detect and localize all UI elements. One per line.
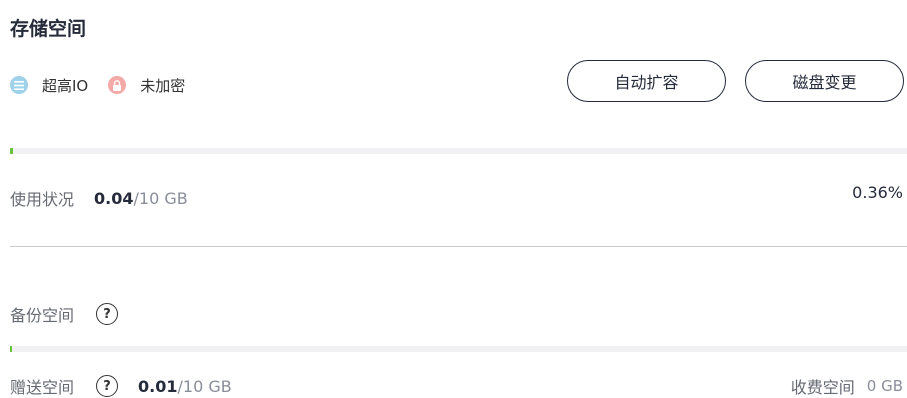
free-backup-used-value: 0.01 [138,376,178,396]
free-backup-help-icon[interactable]: ? [96,375,119,397]
backup-progress-bar [10,346,907,352]
free-backup-row: 赠送空间 ? 0.01 /10 GB [10,374,232,398]
list-icon [10,76,28,94]
disk-tags: 超高IO 未加密 [10,74,185,96]
section-title: 存储空间 [10,18,87,40]
usage-row: 使用状况 0.04 /10 GB [10,186,188,210]
charged-backup-label: 收费空间 [790,378,855,397]
free-backup-total-value: /10 GB [177,376,232,396]
encryption-label: 未加密 [140,76,186,95]
usage-label: 使用状况 [10,190,75,209]
auto-expand-button[interactable]: 自动扩容 [567,60,726,102]
usage-progress-bar [10,148,907,154]
backup-label: 备份空间 [10,306,75,325]
section-divider [10,246,907,247]
backup-row: 备份空间 ? [10,302,119,326]
io-type-label: 超高IO [42,76,89,95]
usage-percent: 0.36% [852,183,903,202]
charged-backup-value: 0 GB [866,377,903,395]
backup-progress-fill [10,346,12,352]
usage-progress-fill [10,148,14,154]
usage-used-value: 0.04 [94,188,134,208]
usage-total-value: /10 GB [133,188,188,208]
disk-change-button[interactable]: 磁盘变更 [745,60,904,102]
lock-icon [108,76,127,94]
backup-help-icon[interactable]: ? [96,303,119,325]
charged-backup: 收费空间 0 GB [791,374,903,398]
free-backup-label: 赠送空间 [10,378,75,397]
